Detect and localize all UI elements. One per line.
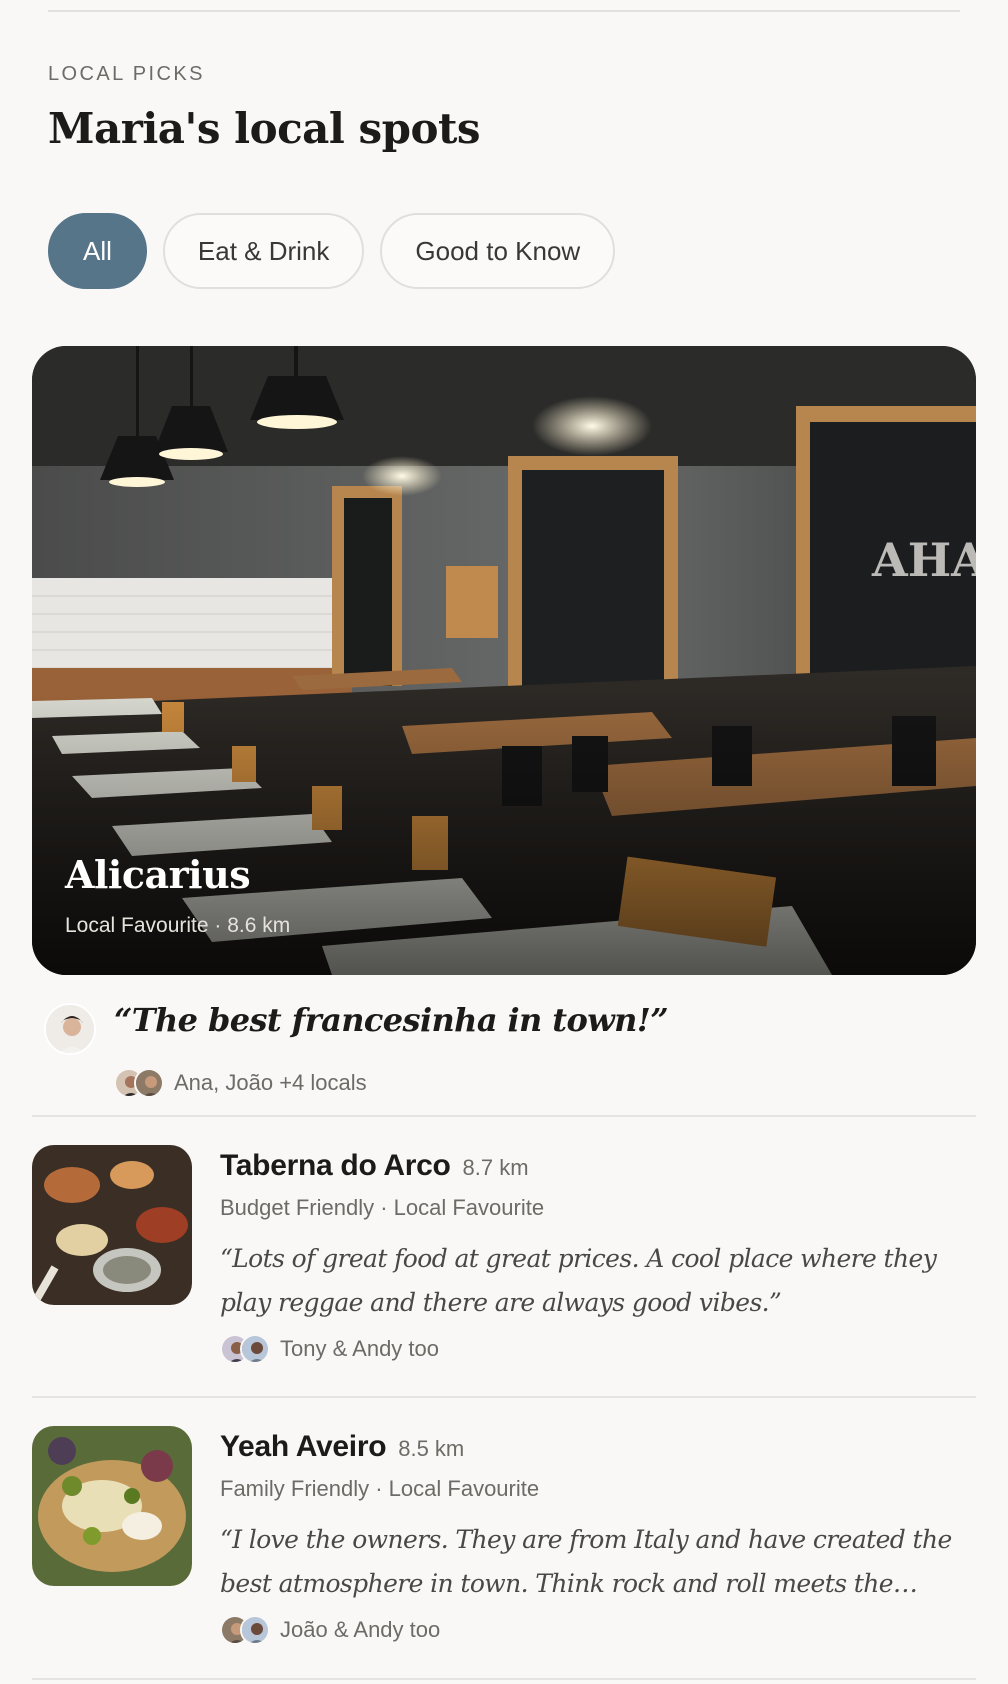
place-thumbnail <box>32 1426 192 1586</box>
featured-quote: “The best francesinha in town!” <box>114 1001 669 1039</box>
place-distance: 8.7 km <box>462 1155 529 1180</box>
place-name: Taberna do Arco <box>220 1149 451 1182</box>
place-name: Yeah Aveiro <box>220 1430 387 1463</box>
place-heading: Taberna do Arco 8.7 km <box>220 1149 529 1183</box>
place-locals-text: Tony & Andy too <box>280 1336 439 1361</box>
local-avatar <box>240 1615 270 1645</box>
top-divider <box>48 10 960 12</box>
maria-avatar <box>44 1003 96 1055</box>
featured-place-name: Alicarius <box>65 852 251 897</box>
place-quote: “I love the owners. They are from Italy … <box>220 1525 952 1598</box>
place-list-item[interactable]: Yeah Aveiro 8.5 km Family Friendly · Loc… <box>32 1426 976 1645</box>
section-title: Maria's local spots <box>48 104 481 153</box>
place-heading: Yeah Aveiro 8.5 km <box>220 1430 464 1464</box>
featured-locals-text: Ana, João +4 locals <box>174 1070 367 1095</box>
featured-locals: Ana, João +4 locals <box>114 1068 367 1098</box>
list-divider <box>32 1115 976 1117</box>
featured-place-card[interactable]: AHA <box>32 346 976 975</box>
section-eyebrow: LOCAL PICKS <box>48 63 205 85</box>
place-list-item[interactable]: Taberna do Arco 8.7 km Budget Friendly ·… <box>32 1145 976 1364</box>
list-divider <box>32 1396 976 1398</box>
place-tags: Budget Friendly · Local Favourite <box>220 1195 545 1220</box>
place-locals-text: João & Andy too <box>280 1617 441 1642</box>
local-avatar <box>134 1068 164 1098</box>
featured-place-meta: Local Favourite · 8.6 km <box>65 914 291 937</box>
filter-chip-good-to-know[interactable]: Good to Know <box>380 213 616 289</box>
place-thumbnail <box>32 1145 192 1305</box>
list-divider <box>32 1678 976 1680</box>
filter-chips: All Eat & Drink Good to Know <box>48 213 616 289</box>
filter-chip-all[interactable]: All <box>48 213 147 289</box>
place-distance: 8.5 km <box>398 1436 465 1461</box>
filter-chip-eat-drink[interactable]: Eat & Drink <box>162 213 365 289</box>
place-tags: Family Friendly · Local Favourite <box>220 1476 540 1501</box>
local-avatar <box>240 1334 270 1364</box>
place-locals: João & Andy too <box>220 1615 440 1645</box>
place-quote: “Lots of great food at great prices. A c… <box>220 1244 937 1317</box>
place-locals: Tony & Andy too <box>220 1334 439 1364</box>
